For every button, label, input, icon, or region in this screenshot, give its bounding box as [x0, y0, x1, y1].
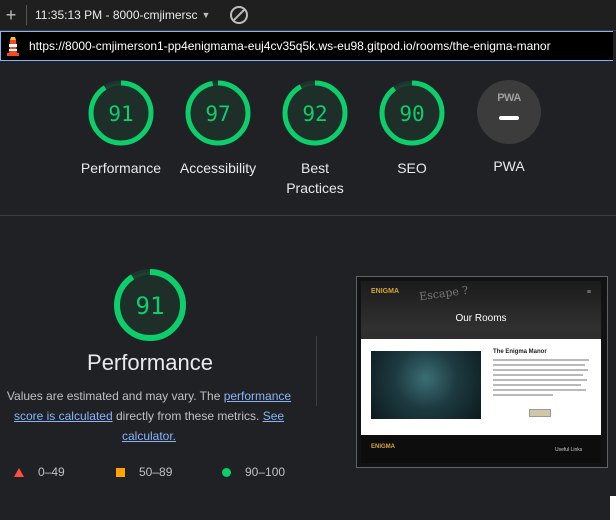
legend-average-range: 50–89 — [139, 465, 173, 479]
performance-gauge: 91 — [113, 268, 187, 342]
lighthouse-icon — [7, 37, 19, 56]
gauge-accessibility[interactable]: 97 Accessibility — [175, 80, 261, 178]
scrollbar[interactable] — [610, 496, 616, 520]
thumbnail-footer: ENIGMA Useful Links — [361, 435, 601, 463]
gauge-performance[interactable]: 91 Performance — [78, 80, 164, 178]
thumbnail-footer-links: Useful Links — [555, 447, 583, 453]
section-divider — [0, 215, 616, 216]
pwa-dash-icon — [499, 116, 519, 120]
performance-title: Performance — [87, 350, 213, 375]
url-bar[interactable]: https://8000-cmjimerson1-pp4enigmama-euj… — [0, 31, 613, 61]
score-label: Accessibility — [179, 160, 257, 176]
page-screenshot-thumbnail[interactable]: ENIGMA Escape ? ≡ Our Rooms The Enigma M… — [356, 276, 608, 468]
thumbnail-room-text — [493, 359, 589, 399]
tab-separator — [26, 5, 27, 25]
thumbnail-logo: ENIGMA — [371, 288, 399, 295]
score-label: Best Practices — [286, 160, 344, 196]
performance-summary: 91 Performance Values are estimated and … — [0, 268, 300, 446]
tab-title[interactable]: 11:35:13 PM - 8000-cmjimersc — [35, 8, 198, 22]
thumbnail-footer-logo: ENIGMA — [371, 444, 395, 450]
legend-fail: 0–49 — [14, 465, 65, 479]
chevron-down-icon[interactable]: ▼ — [202, 10, 211, 20]
thumbnail-room-image — [371, 351, 481, 419]
gauge-best-practices[interactable]: 92 Best Practices — [272, 80, 358, 198]
score-label: PWA — [493, 158, 525, 174]
clear-icon[interactable] — [230, 6, 249, 24]
desc-text: Values are estimated and may vary. The — [6, 389, 224, 403]
score-value: 90 — [399, 102, 425, 126]
pwa-badge: PWA — [477, 80, 541, 144]
score-value: 92 — [302, 102, 328, 126]
score-value: 91 — [108, 102, 134, 126]
square-icon — [116, 467, 125, 477]
desc-text: directly from these metrics. — [112, 409, 263, 423]
pwa-badge-text: PWA — [497, 92, 521, 104]
thumbnail-room-title: The Enigma Manor — [493, 349, 547, 355]
url-text[interactable]: https://8000-cmjimerson1-pp4enigmama-euj… — [29, 39, 551, 53]
thumbnail-sign: Escape ? — [418, 283, 470, 304]
legend-average: 50–89 — [116, 465, 172, 479]
score-label: Performance — [80, 160, 162, 176]
thumbnail-book-button — [529, 409, 551, 417]
legend-pass-range: 90–100 — [245, 465, 286, 479]
performance-score: 91 — [135, 292, 165, 320]
thumbnail-hero-title: Our Rooms — [455, 313, 507, 324]
vertical-divider — [316, 336, 317, 406]
circle-icon — [222, 467, 231, 477]
score-label: SEO — [397, 160, 427, 176]
category-scores: 91 Performance 97 Accessibility 92 Best … — [78, 80, 548, 200]
thumbnail-room-card: The Enigma Manor — [361, 339, 601, 435]
hamburger-icon: ≡ — [586, 289, 591, 296]
score-value: 97 — [205, 102, 231, 126]
gauge-seo[interactable]: 90 SEO — [369, 80, 455, 178]
gauge-pwa[interactable]: PWA PWA — [466, 80, 552, 176]
triangle-icon — [14, 467, 24, 477]
tab-bar: + 11:35:13 PM - 8000-cmjimersc ▼ — [0, 0, 616, 31]
legend-fail-range: 0–49 — [38, 465, 65, 479]
legend-pass: 90–100 — [222, 465, 285, 479]
new-tab-icon[interactable]: + — [2, 5, 20, 26]
performance-description: Values are estimated and may vary. The p… — [6, 386, 292, 446]
